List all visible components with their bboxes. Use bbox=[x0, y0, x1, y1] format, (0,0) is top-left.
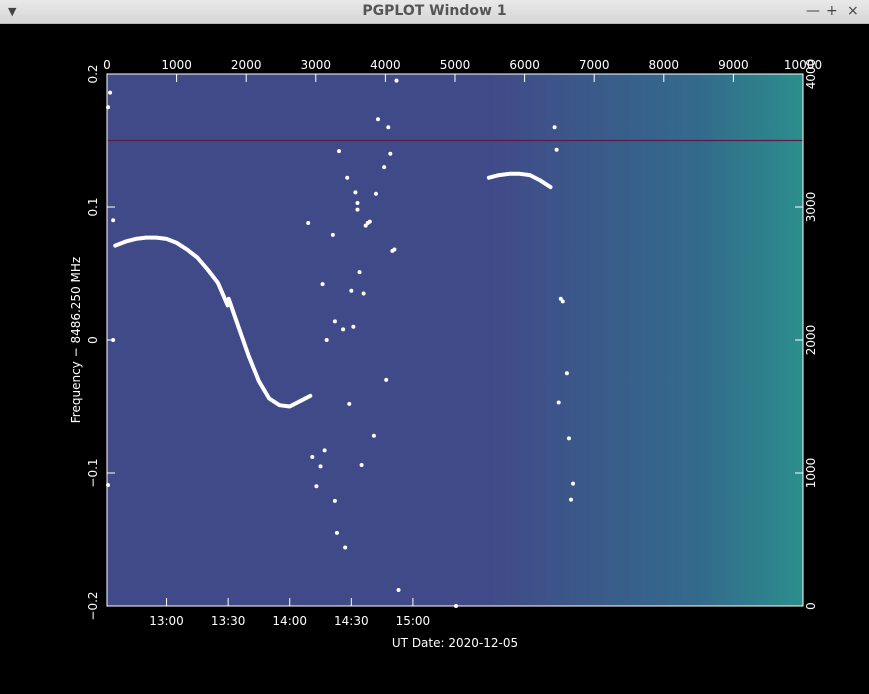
frequency-time-chart: 13:00 13:30 14:00 14:30 15:00 −0.2 −0.1 0 0.1 0.2… bbox=[69, 58, 822, 650]
data-point bbox=[318, 464, 323, 469]
data-point bbox=[371, 433, 376, 438]
data-point bbox=[552, 125, 557, 130]
data-point bbox=[349, 288, 354, 293]
right-tick-label: 1000 bbox=[804, 458, 818, 489]
top-tick-label: 3000 bbox=[301, 58, 332, 72]
top-tick-label: 2000 bbox=[231, 58, 262, 72]
data-point bbox=[367, 219, 372, 224]
maximize-button[interactable]: + bbox=[826, 3, 838, 19]
data-point bbox=[382, 165, 387, 170]
data-point bbox=[351, 324, 356, 329]
top-tick-label: 8000 bbox=[649, 58, 680, 72]
y-tick-label: −0.1 bbox=[86, 458, 100, 487]
x-tick-label: 15:00 bbox=[396, 614, 431, 628]
data-point bbox=[324, 338, 329, 342]
data-point bbox=[560, 299, 565, 304]
right-tick-label: 0 bbox=[804, 602, 818, 610]
x-tick-label: 14:30 bbox=[334, 614, 369, 628]
data-point bbox=[347, 401, 352, 406]
data-point bbox=[564, 371, 569, 376]
right-tick-label: 4000 bbox=[804, 59, 818, 90]
minimize-button[interactable]: — bbox=[806, 3, 820, 19]
y-tick-label: −0.2 bbox=[86, 591, 100, 620]
data-point bbox=[355, 201, 360, 206]
top-tick-label: 6000 bbox=[509, 58, 540, 72]
data-point bbox=[341, 327, 346, 332]
x-axis-label: UT Date: 2020-12-05 bbox=[392, 636, 518, 650]
data-point bbox=[566, 436, 571, 441]
x-tick-label: 14:00 bbox=[272, 614, 307, 628]
data-point bbox=[310, 455, 315, 460]
data-point bbox=[394, 78, 399, 83]
top-tick-label: 7000 bbox=[579, 58, 610, 72]
data-point bbox=[396, 588, 401, 593]
data-point bbox=[337, 149, 341, 154]
data-point bbox=[571, 481, 576, 486]
data-point bbox=[392, 247, 397, 252]
y-tick-label: 0.2 bbox=[86, 64, 100, 83]
data-point bbox=[111, 218, 116, 223]
top-tick-label: 9000 bbox=[718, 58, 749, 72]
x-tick-label: 13:30 bbox=[211, 614, 246, 628]
window-title: PGPLOT Window 1 bbox=[362, 3, 507, 19]
data-point bbox=[345, 175, 350, 180]
data-point bbox=[359, 463, 364, 468]
data-point bbox=[357, 270, 362, 275]
top-tick-label: 5000 bbox=[440, 58, 471, 72]
data-point bbox=[332, 319, 337, 324]
data-point bbox=[376, 117, 381, 122]
plot-background bbox=[107, 74, 803, 606]
data-point bbox=[322, 448, 327, 453]
y-axis-label: Frequency − 8486.250 MHz bbox=[69, 257, 83, 423]
data-point bbox=[355, 207, 360, 212]
window-titlebar: ▼ PGPLOT Window 1 — + × bbox=[0, 0, 869, 24]
plot-canvas: 13:00 13:30 14:00 14:30 15:00 −0.2 −0.1 0 0.1 0.2… bbox=[0, 24, 869, 694]
top-tick-label: 4000 bbox=[370, 58, 401, 72]
y-tick-label: 0 bbox=[86, 336, 100, 344]
data-point bbox=[306, 220, 311, 225]
data-point bbox=[373, 191, 378, 196]
right-tick-label: 3000 bbox=[804, 192, 818, 223]
x-tick-label: 13:00 bbox=[149, 614, 184, 628]
data-point bbox=[353, 190, 358, 195]
data-point bbox=[388, 151, 393, 156]
right-tick-label: 2000 bbox=[804, 325, 818, 356]
data-point bbox=[569, 497, 573, 502]
data-point bbox=[384, 377, 389, 382]
top-tick-label: 0 bbox=[103, 58, 111, 72]
data-point bbox=[320, 282, 325, 287]
data-point bbox=[386, 125, 391, 130]
data-point bbox=[334, 530, 339, 535]
data-point bbox=[343, 545, 348, 550]
data-point bbox=[314, 484, 319, 489]
y-tick-label: 0.1 bbox=[86, 197, 100, 216]
data-point bbox=[554, 147, 559, 152]
data-point bbox=[330, 232, 335, 237]
close-button[interactable]: × bbox=[847, 3, 859, 19]
top-tick-label: 1000 bbox=[161, 58, 192, 72]
data-point bbox=[361, 291, 366, 296]
data-point bbox=[556, 400, 561, 405]
data-point bbox=[332, 498, 337, 503]
data-point bbox=[108, 90, 113, 95]
